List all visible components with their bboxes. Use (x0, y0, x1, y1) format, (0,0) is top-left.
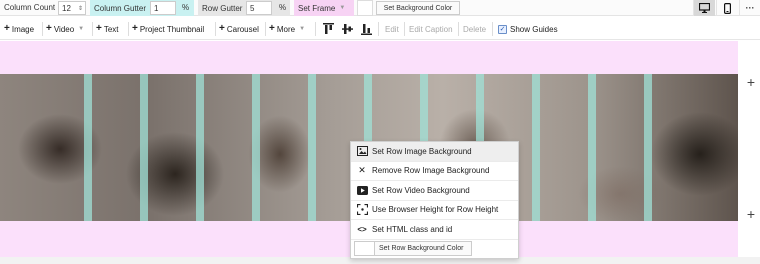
plus-icon: + (132, 23, 138, 34)
background-color-swatch[interactable] (357, 0, 373, 16)
column-guide (84, 74, 92, 221)
column-count-label: Column Count (4, 3, 56, 12)
align-middle-button[interactable] (339, 21, 355, 37)
show-guides-toggle[interactable]: ✓ Show Guides (498, 21, 558, 37)
column-gutter-label: Column Gutter (94, 3, 147, 13)
close-icon: ✕ (358, 165, 366, 176)
code-icon: <> (357, 224, 367, 234)
add-row-above-button[interactable]: + (742, 73, 760, 91)
chevron-down-icon: ▼ (299, 26, 306, 32)
menu-item-set-html-class-and-id[interactable]: <> Set HTML class and id (351, 220, 518, 240)
row-gutter-group: Row Gutter 5 % (198, 0, 290, 16)
menu-item-set-row-image-background[interactable]: Set Row Image Background (351, 142, 518, 162)
insert-toolbar: + Image + Video ▼ + Text + Project Thumbnail … (0, 18, 760, 40)
column-guide (588, 74, 596, 221)
row-gutter-label: Row Gutter (202, 3, 243, 13)
edit-button[interactable]: Edit (385, 21, 399, 37)
add-image-button[interactable]: + Image (4, 21, 34, 37)
expand-icon (353, 204, 371, 216)
column-gutter-group: Column Gutter 1 % (90, 0, 194, 16)
column-count-input[interactable]: 12 ⇕ (58, 1, 86, 15)
add-project-thumbnail-button[interactable]: + Project Thumbnail (132, 21, 204, 37)
add-row-below-button[interactable]: + (742, 205, 760, 223)
image-icon (353, 146, 371, 157)
monitor-icon (699, 3, 710, 13)
column-guide (308, 74, 316, 221)
row-gutter-input[interactable]: 5 (246, 1, 272, 15)
divider (404, 22, 405, 36)
plus-icon: + (219, 23, 225, 34)
divider (492, 22, 493, 36)
divider (42, 22, 43, 36)
ellipsis-icon[interactable]: ··· (739, 0, 760, 16)
column-guide (196, 74, 204, 221)
video-icon (353, 185, 371, 195)
divider (128, 22, 129, 36)
align-top-icon (322, 23, 334, 34)
chevron-down-icon: ▼ (339, 5, 346, 11)
align-middle-icon (341, 24, 353, 34)
plus-icon: + (4, 23, 10, 34)
row-gutter-unit: % (279, 3, 287, 12)
set-frame-button[interactable]: Set Frame ▼ (294, 0, 354, 16)
menu-item-use-browser-height[interactable]: Use Browser Height for Row Height (351, 201, 518, 220)
chevron-down-icon: ▼ (78, 26, 85, 32)
more-button[interactable]: + More ▼ (269, 21, 305, 37)
color-swatch[interactable] (355, 242, 375, 255)
grid-toolbar: Column Count 12 ⇕ Column Gutter 1 % Row … (0, 0, 760, 16)
divider (458, 22, 459, 36)
row-context-menu: Set Row Image Background ✕ Remove Row Im… (350, 141, 519, 259)
column-guide (644, 74, 652, 221)
phone-icon (724, 2, 731, 14)
divider (215, 22, 216, 36)
divider (378, 22, 379, 36)
align-bottom-icon (360, 24, 372, 35)
plus-icon: + (269, 23, 275, 34)
column-guide (252, 74, 260, 221)
plus-icon: + (96, 23, 102, 34)
add-carousel-button[interactable]: + Carousel (219, 21, 259, 37)
divider (315, 22, 316, 36)
delete-button[interactable]: Delete (463, 21, 486, 37)
column-gutter-unit: % (182, 3, 190, 12)
set-row-background-color-button[interactable]: Set Row Background Color (354, 241, 472, 256)
align-top-button[interactable] (320, 21, 336, 37)
column-guide (532, 74, 540, 221)
menu-item-remove-row-image-background[interactable]: ✕ Remove Row Image Background (351, 162, 518, 181)
add-text-button[interactable]: + Text (96, 21, 119, 37)
desktop-view-button[interactable] (693, 0, 715, 16)
set-background-color-button[interactable]: Set Background Color (376, 1, 460, 15)
divider (92, 22, 93, 36)
add-video-button[interactable]: + Video ▼ (46, 21, 84, 37)
column-guide (140, 74, 148, 221)
plus-icon: + (46, 23, 52, 34)
align-bottom-button[interactable] (358, 21, 374, 37)
checkbox-icon[interactable]: ✓ (498, 24, 507, 34)
column-gutter-input[interactable]: 1 (150, 1, 176, 15)
mobile-view-button[interactable] (716, 0, 738, 16)
edit-caption-button[interactable]: Edit Caption (409, 21, 453, 37)
divider (265, 22, 266, 36)
stepper-icon[interactable]: ⇕ (78, 5, 83, 12)
menu-item-set-row-video-background[interactable]: Set Row Video Background (351, 181, 518, 201)
